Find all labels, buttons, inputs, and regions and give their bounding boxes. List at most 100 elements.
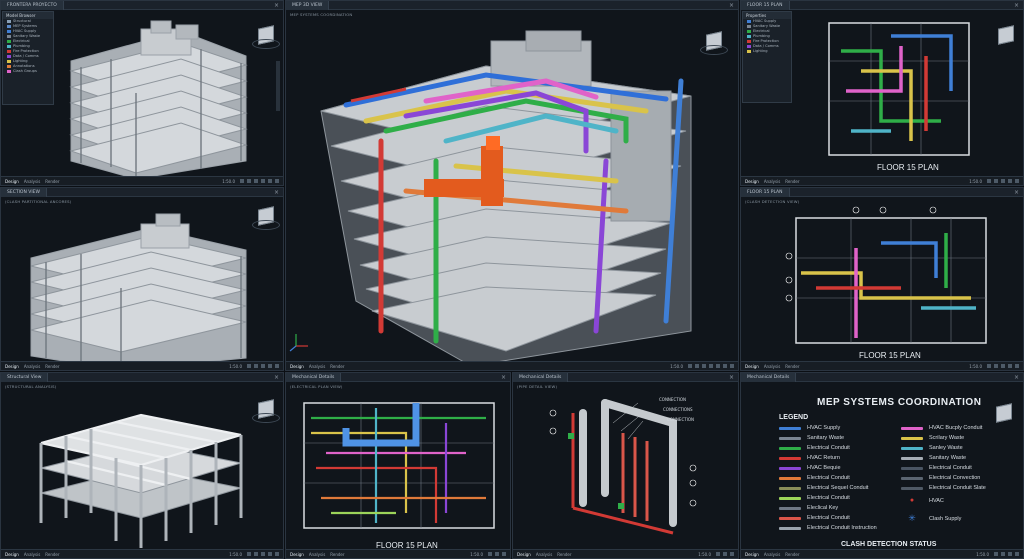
footer-tab-design[interactable]: Design <box>5 552 19 557</box>
view-tools[interactable]: 1:50.0 <box>670 363 734 369</box>
legend-item: HVAC Supply <box>779 425 840 431</box>
view-cube[interactable] <box>996 403 1012 423</box>
legend-item: ● HVAC <box>901 497 944 504</box>
scale-readout: 1:50.0 <box>976 551 989 557</box>
footer-tab-analysis[interactable]: Analysis <box>24 179 40 184</box>
legend-item: Electrical Conduit <box>779 445 850 451</box>
footer-tab-design[interactable]: Design <box>745 364 759 369</box>
view-tools[interactable]: 1:50.0 <box>229 551 279 557</box>
callout-label: CONNECTION <box>667 417 695 422</box>
footer-tab-design[interactable]: Design <box>290 364 304 369</box>
close-icon[interactable]: × <box>1014 374 1019 381</box>
viewport-footer: Design Analysis Render 1:50.0 <box>741 549 1023 558</box>
view-tools[interactable]: 1:50.0 <box>969 178 1019 184</box>
footer-tab-design[interactable]: Design <box>290 552 304 557</box>
footer-tab-analysis[interactable]: Analysis <box>764 552 780 557</box>
view-compass[interactable] <box>252 413 280 423</box>
legend-item: Electrical Conduit <box>901 465 972 471</box>
building-render <box>69 20 248 180</box>
footer-tab-analysis[interactable]: Analysis <box>764 364 780 369</box>
legend-item: Electrical Convection <box>901 475 980 481</box>
scale-readout: 1:50.0 <box>222 178 235 184</box>
view-tools[interactable]: 1:50.0 <box>698 551 734 557</box>
callout-label: CONNECTION <box>659 397 687 402</box>
view-tools[interactable]: 1:50.0 <box>229 363 279 369</box>
viewport-floor-plan-clash[interactable]: FLOOR 15 PLAN × (CLASH DETECTION VIEW) F… <box>740 187 1024 371</box>
legend-swatch <box>779 426 801 430</box>
viewport-footer: Design Analysis Render 1:50.0 <box>286 549 510 558</box>
clash-status-title: CLASH DETECTION STATUS <box>841 541 937 548</box>
legend-swatch <box>779 436 801 440</box>
scale-readout: 1:50.0 <box>229 363 242 369</box>
floor-plan-drawing <box>785 206 987 344</box>
view-tools[interactable]: 1:50.0 <box>976 551 1019 557</box>
footer-tab-design[interactable]: Design <box>5 364 19 369</box>
clash-supply-icon: ✳ <box>908 513 916 523</box>
view-compass[interactable] <box>252 39 280 49</box>
mep-building-render <box>289 30 692 367</box>
viewport-section-view[interactable]: SECTION VIEW × (CLASH PARTITIONAL ANCORE… <box>0 187 284 371</box>
legend-item: HVAC Bequie <box>779 465 841 471</box>
footer-tab-analysis[interactable]: Analysis <box>24 364 40 369</box>
viewport-structural[interactable]: Structural View × (STRUCTURAL ANALYSIS) <box>0 372 284 559</box>
viewport-electrical-plan[interactable]: Mechanical Details × (ELECTRICAL PLAN VI… <box>285 372 511 559</box>
footer-tab-render[interactable]: Render <box>785 364 799 369</box>
callout-label: CONNECTIONS <box>663 407 693 412</box>
footer-tab-render[interactable]: Render <box>45 364 59 369</box>
view-compass[interactable] <box>700 45 728 55</box>
footer-tab-analysis[interactable]: Analysis <box>536 552 552 557</box>
legend-item: HVAC Return <box>779 455 840 461</box>
nav-bar[interactable] <box>276 61 280 111</box>
legend-item: Scrilary Waste <box>901 435 964 441</box>
footer-tab-render[interactable]: Render <box>45 179 59 184</box>
legend-swatch <box>901 436 923 440</box>
viewport-mep-3d[interactable]: MEP 3D VIEW × MEP SYSTEMS COORDINATION D… <box>285 0 739 371</box>
footer-tab-render[interactable]: Render <box>785 179 799 184</box>
footer-tab-design[interactable]: Design <box>745 179 759 184</box>
footer-tab-render[interactable]: Render <box>330 552 344 557</box>
legend-item: Sanitary Waste <box>779 435 844 441</box>
legend-swatch <box>901 426 923 430</box>
scale-readout: 1:50.0 <box>670 363 683 369</box>
scale-readout: 1:50.0 <box>470 551 483 557</box>
scale-readout: 1:50.0 <box>969 178 982 184</box>
footer-tab-analysis[interactable]: Analysis <box>764 179 780 184</box>
legend-swatch <box>779 456 801 460</box>
view-tools[interactable]: 1:50.0 <box>222 178 279 184</box>
floor-plan-drawing <box>303 402 495 529</box>
plan-title: FLOOR 15 PLAN <box>877 163 939 172</box>
viewport-footer: Design Analysis Render 1:50.0 <box>1 549 283 558</box>
footer-tab-render[interactable]: Render <box>557 552 571 557</box>
legend-item: Electrical Conduit <box>779 475 850 481</box>
view-compass[interactable] <box>252 220 280 230</box>
viewport-pipe-detail[interactable]: Mechanical Details × (PIPE DETAIL VIEW) <box>512 372 739 559</box>
footer-tab-render[interactable]: Render <box>45 552 59 557</box>
legend-swatch <box>901 456 923 460</box>
footer-tab-render[interactable]: Render <box>330 364 344 369</box>
footer-tab-render[interactable]: Render <box>785 552 799 557</box>
viewport-building-top-left[interactable]: FRONTERA PROYECTO × Model Browser Struct… <box>0 0 284 186</box>
legend-swatch <box>779 476 801 480</box>
legend-swatch <box>779 486 801 490</box>
viewport-footer: Design Analysis Render 1:50.0 <box>513 549 738 558</box>
viewport-legend[interactable]: Mechanical Details × MEP SYSTEMS COORDIN… <box>740 372 1024 559</box>
view-cube[interactable] <box>998 25 1014 45</box>
view-tools[interactable]: 1:50.0 <box>470 551 506 557</box>
footer-tab-design[interactable]: Design <box>517 552 531 557</box>
viewport-floor-plan-top[interactable]: FLOOR 15 PLAN × Properties HVAC Supply S… <box>740 0 1024 186</box>
viewport-footer: Design Analysis Render 1:50.0 <box>1 361 283 370</box>
floor-plan-drawing <box>828 22 970 156</box>
footer-tab-design[interactable]: Design <box>5 179 19 184</box>
legend-swatch <box>779 506 801 510</box>
legend-item: HVAC Bucply Conduit <box>901 425 982 431</box>
legend-swatch <box>901 446 923 450</box>
clash-dot-icon: ● <box>909 497 915 504</box>
workspace: FRONTERA PROYECTO × Model Browser Struct… <box>0 0 1024 559</box>
view-tools[interactable]: 1:50.0 <box>969 363 1019 369</box>
viewport-tab[interactable]: Mechanical Details <box>741 373 797 382</box>
footer-tab-analysis[interactable]: Analysis <box>309 552 325 557</box>
footer-tab-analysis[interactable]: Analysis <box>309 364 325 369</box>
legend-item: Sanitary Waste <box>901 455 966 461</box>
footer-tab-design[interactable]: Design <box>745 552 759 557</box>
footer-tab-analysis[interactable]: Analysis <box>24 552 40 557</box>
